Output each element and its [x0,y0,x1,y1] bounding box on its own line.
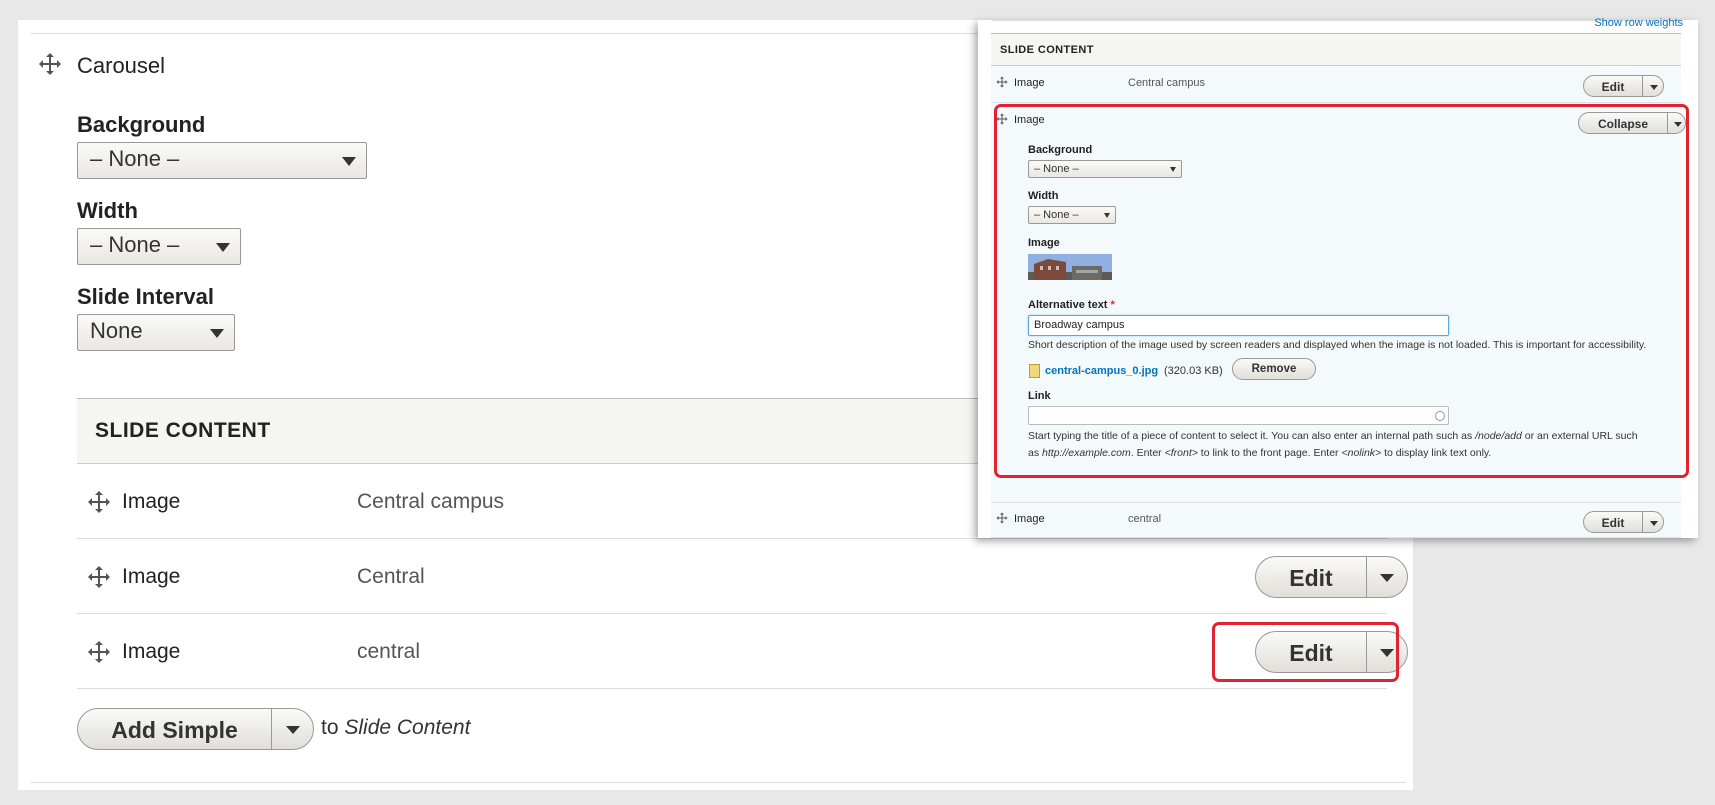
slide-content-title: SLIDE CONTENT [1000,44,1094,56]
edit-button-label: Edit [1289,565,1333,591]
caret-down-icon[interactable] [1650,521,1658,526]
highlight-box [994,104,1689,478]
width-select[interactable]: – None – [77,228,241,265]
chevron-down-icon [342,157,356,166]
drag-handle-icon[interactable] [996,512,1008,524]
row-summary: Central [357,565,425,588]
width-select-value: – None – [90,232,180,257]
show-row-weights-link[interactable]: Show row weights [1594,17,1683,29]
width-label: Width [77,198,138,223]
row-type: Image [122,490,181,513]
divider [992,20,1680,21]
row-type: Image [122,565,181,588]
drag-handle-icon[interactable] [87,640,111,664]
row-summary: Central campus [1128,77,1206,89]
drag-handle-icon[interactable] [87,565,111,589]
row-type: Image [122,640,181,663]
drag-handle-icon[interactable] [87,490,111,514]
row-summary: central [1128,513,1162,525]
row-type: Image [1014,513,1045,525]
row-summary: Central campus [357,490,505,513]
add-simple-label: Add Simple [111,717,238,743]
caret-down-icon[interactable] [1380,574,1394,582]
chevron-down-icon [216,243,230,252]
edit-button-label: Edit [1601,516,1625,530]
background-select[interactable]: – None – [77,142,367,179]
background-label: Background [77,112,206,137]
add-to-prefix: to [321,716,339,739]
table-row: Image Central Edit [77,539,1408,614]
edit-button-label: Edit [1601,80,1625,94]
slide-interval-select[interactable]: None [77,314,235,351]
divider [31,782,1406,783]
add-to-text: to Slide Content [321,716,470,740]
slide-content-title: SLIDE CONTENT [95,419,271,442]
row-type: Image [1014,77,1045,89]
chevron-down-icon [210,329,224,338]
row-summary: central [357,640,421,663]
table-row: Image Central campus Edit [991,67,1681,103]
caret-down-icon[interactable] [1650,85,1658,90]
background-select-value: – None – [90,146,180,171]
add-to-target: Slide Content [344,716,471,739]
slide-content-header: SLIDE CONTENT [991,33,1681,66]
caret-down-icon[interactable] [286,726,300,734]
section-title: Carousel [77,53,166,78]
edit-button[interactable]: Edit [1583,511,1664,533]
table-row: Image central Edit [991,503,1681,538]
slide-interval-select-value: None [90,318,143,343]
slide-interval-label: Slide Interval [77,284,214,309]
drag-handle-icon[interactable] [38,52,62,76]
add-simple-button[interactable]: Add Simple [77,708,314,750]
edit-button[interactable]: Edit [1583,75,1664,97]
highlight-box [1212,622,1399,682]
edit-button[interactable]: Edit [1255,556,1408,598]
drag-handle-icon[interactable] [996,76,1008,88]
table-row: Image central Edit [77,614,1408,689]
